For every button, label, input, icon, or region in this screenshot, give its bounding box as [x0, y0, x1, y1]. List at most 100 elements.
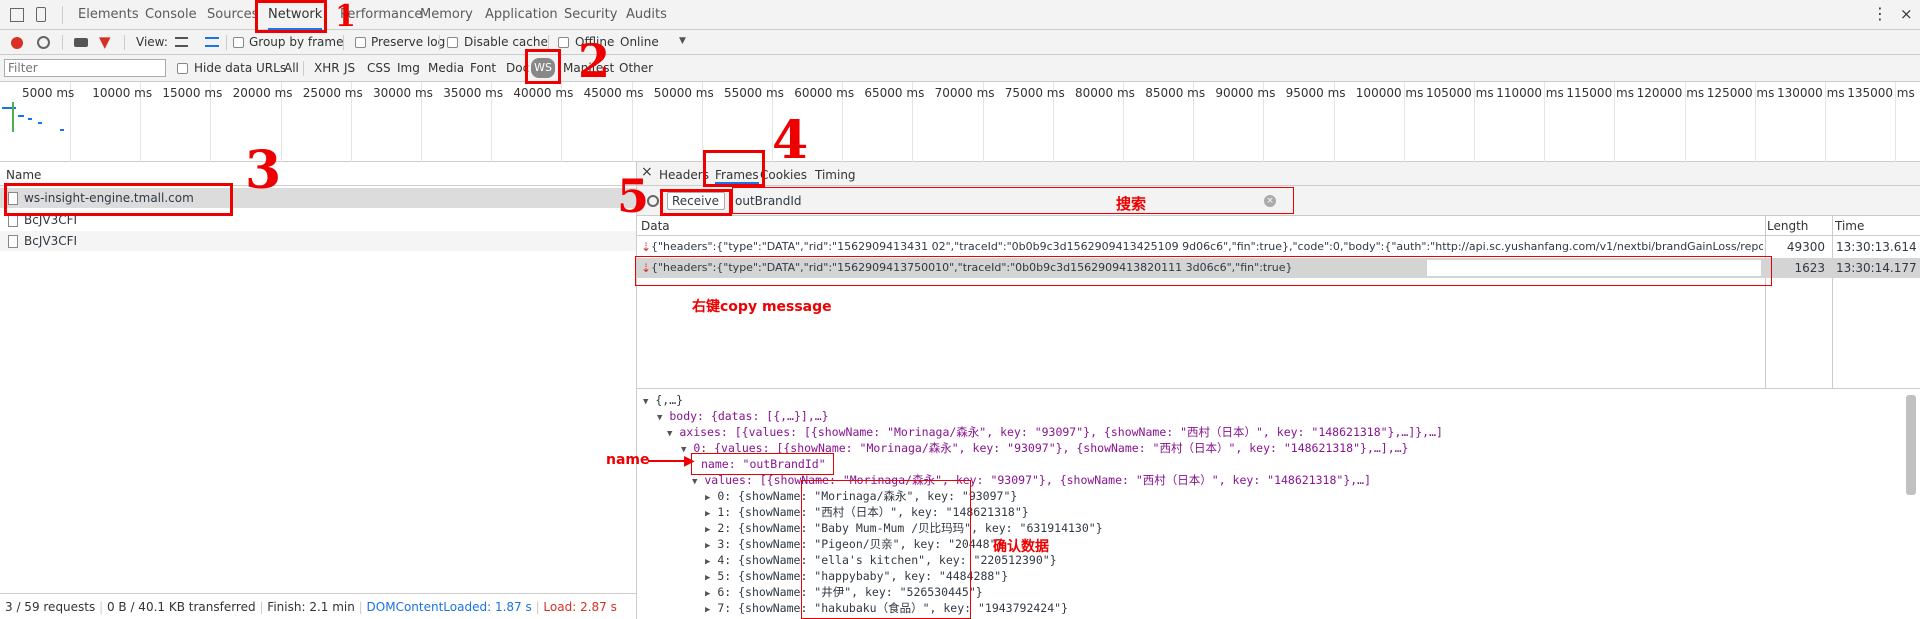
- annotation-box-search: [732, 187, 1294, 214]
- group-by-frame-checkbox[interactable]: [233, 37, 244, 48]
- timeline-tick-label: 95000 ms: [1285, 86, 1346, 100]
- request-count: 3 / 59 requests: [5, 600, 96, 614]
- view-label: View:: [136, 35, 168, 49]
- tab-elements[interactable]: Elements: [78, 0, 139, 30]
- group-by-frame-label: Group by frame: [249, 35, 344, 49]
- type-filter-css[interactable]: CSS: [367, 61, 391, 75]
- timeline-tick-label: 125000 ms: [1706, 86, 1775, 100]
- tab-security[interactable]: Security: [564, 0, 617, 30]
- network-toolbar: ▼ View: Group by frame Preserve log Disa…: [0, 30, 1920, 55]
- hide-data-urls-label: Hide data URLs: [194, 61, 287, 75]
- annotation-number-4: 4: [772, 110, 809, 171]
- tree-node[interactable]: ▼ axises: [{values: [{showName: "Morinag…: [667, 424, 1443, 440]
- offline-checkbox[interactable]: [558, 37, 569, 48]
- time-column-header[interactable]: Time: [1835, 219, 1864, 233]
- chevron-down-icon[interactable]: ▼: [679, 36, 686, 46]
- status-bar: 3 / 59 requests | 0 B / 40.1 KB transfer…: [0, 593, 636, 619]
- type-filter-media[interactable]: Media: [428, 61, 464, 75]
- frame-data: {"headers":{"type":"DATA","rid":"1562909…: [651, 240, 1763, 253]
- type-filter-other[interactable]: Other: [619, 61, 653, 75]
- preserve-log-checkbox[interactable]: [355, 37, 366, 48]
- disable-cache-checkbox[interactable]: [447, 37, 458, 48]
- annotation-confirm-data: 确认数据: [993, 539, 1049, 555]
- filter-toolbar: Hide data URLs All XHR JS CSS Img Media …: [0, 55, 1920, 82]
- close-devtools-icon[interactable]: ×: [1900, 5, 1913, 23]
- tree-node[interactable]: ▼ {,…}: [643, 392, 683, 408]
- tree-text: axises: [{values: [{showName: "Morinaga/…: [679, 425, 1443, 439]
- annotation-copy-message: 右键copy message: [692, 299, 832, 315]
- annotation-number-5: 5: [617, 169, 650, 223]
- annotation-box-request: [4, 183, 233, 216]
- inspect-icon[interactable]: [10, 8, 24, 22]
- overview-icon[interactable]: [205, 37, 219, 47]
- name-column-header[interactable]: Name: [6, 168, 41, 182]
- filter-icon[interactable]: ▼: [99, 35, 111, 50]
- tree-node[interactable]: ▼ body: {datas: [{,…}],…}: [657, 408, 829, 424]
- timeline-tick-label: 50000 ms: [653, 86, 714, 100]
- load-time: Load: 2.87 s: [543, 600, 617, 614]
- timeline-tick-label: 115000 ms: [1566, 86, 1634, 100]
- separator: [343, 35, 344, 50]
- timeline-tick-label: 55000 ms: [724, 86, 784, 100]
- scrollbar[interactable]: [1906, 395, 1916, 495]
- annotation-box-name-field: [691, 453, 834, 475]
- timeline-tick-label: 40000 ms: [513, 86, 574, 100]
- screenshot-icon[interactable]: [74, 38, 88, 47]
- transferred-size: 0 B / 40.1 KB transferred: [106, 600, 256, 614]
- annotation-number-2: 2: [578, 34, 611, 88]
- clear-icon[interactable]: [37, 36, 50, 49]
- annotation-box-network-tab: [255, 0, 327, 33]
- timeline-tick-label: 70000 ms: [934, 86, 995, 100]
- timeline-tick-label: 130000 ms: [1777, 86, 1845, 100]
- tree-text: {,…}: [655, 393, 684, 407]
- timeline-overview[interactable]: 5000 ms 10000 ms 15000 ms 20000 ms 25000 ms 3…: [0, 82, 1920, 162]
- filter-input[interactable]: [4, 59, 166, 77]
- separator: [62, 35, 63, 50]
- type-filter-js[interactable]: JS: [344, 61, 355, 75]
- record-icon[interactable]: [11, 37, 23, 49]
- tab-headers[interactable]: Headers: [659, 168, 709, 182]
- device-toggle-icon[interactable]: [36, 7, 46, 22]
- type-filter-font[interactable]: Font: [470, 61, 496, 75]
- tab-memory[interactable]: Memory: [420, 0, 473, 30]
- frame-length: 49300: [1786, 240, 1825, 254]
- timeline-tick-label: 30000 ms: [373, 86, 433, 100]
- timeline-tick-label: 65000 ms: [864, 86, 925, 100]
- type-filter-xhr[interactable]: XHR: [314, 61, 340, 75]
- large-rows-icon[interactable]: [175, 37, 188, 47]
- annotation-name-label: name: [606, 452, 650, 468]
- annotation-box-frame-row: [635, 256, 1772, 286]
- tab-application[interactable]: Application: [485, 0, 558, 30]
- preserve-log-label: Preserve log: [371, 35, 446, 49]
- tab-sources[interactable]: Sources: [207, 0, 258, 30]
- timeline-tick-label: 15000 ms: [162, 86, 223, 100]
- tab-separator: [62, 6, 63, 24]
- more-menu-icon[interactable]: ⋮: [1872, 6, 1888, 22]
- tab-audits[interactable]: Audits: [626, 0, 667, 30]
- frames-table-header: Data Length Time: [637, 216, 1920, 236]
- throttling-select[interactable]: Online: [620, 35, 659, 49]
- separator: [439, 35, 440, 50]
- frame-length: 1623: [1794, 261, 1825, 275]
- tab-console[interactable]: Console: [145, 0, 197, 30]
- timeline-tick-label: 20000 ms: [232, 86, 293, 100]
- type-filter-img[interactable]: Img: [397, 61, 420, 75]
- timeline-tick-label: 45000 ms: [583, 86, 644, 100]
- type-filter-all[interactable]: All: [284, 61, 299, 75]
- tab-timing[interactable]: Timing: [815, 168, 856, 182]
- timeline-tick-label: 90000 ms: [1215, 86, 1276, 100]
- annotation-search-label: 搜索: [1116, 195, 1147, 213]
- annotation-box-ws-filter: [525, 49, 561, 84]
- length-column-header[interactable]: Length: [1767, 219, 1808, 233]
- timeline-tick-label: 10000 ms: [92, 86, 153, 100]
- disable-cache-label: Disable cache: [464, 35, 548, 49]
- timeline-tick-label: 100000 ms: [1355, 86, 1424, 100]
- frame-time: 13:30:14.177: [1836, 261, 1917, 275]
- timeline-tick-label: 135000 ms: [1847, 86, 1915, 100]
- timeline-tick-label: 60000 ms: [794, 86, 855, 100]
- file-icon: [8, 235, 18, 248]
- frame-row[interactable]: ⇣ {"headers":{"type":"DATA","rid":"15629…: [637, 237, 1920, 257]
- request-row[interactable]: BcJV3CFI: [0, 231, 636, 251]
- hide-data-urls-checkbox[interactable]: [177, 63, 188, 74]
- separator: [548, 35, 549, 50]
